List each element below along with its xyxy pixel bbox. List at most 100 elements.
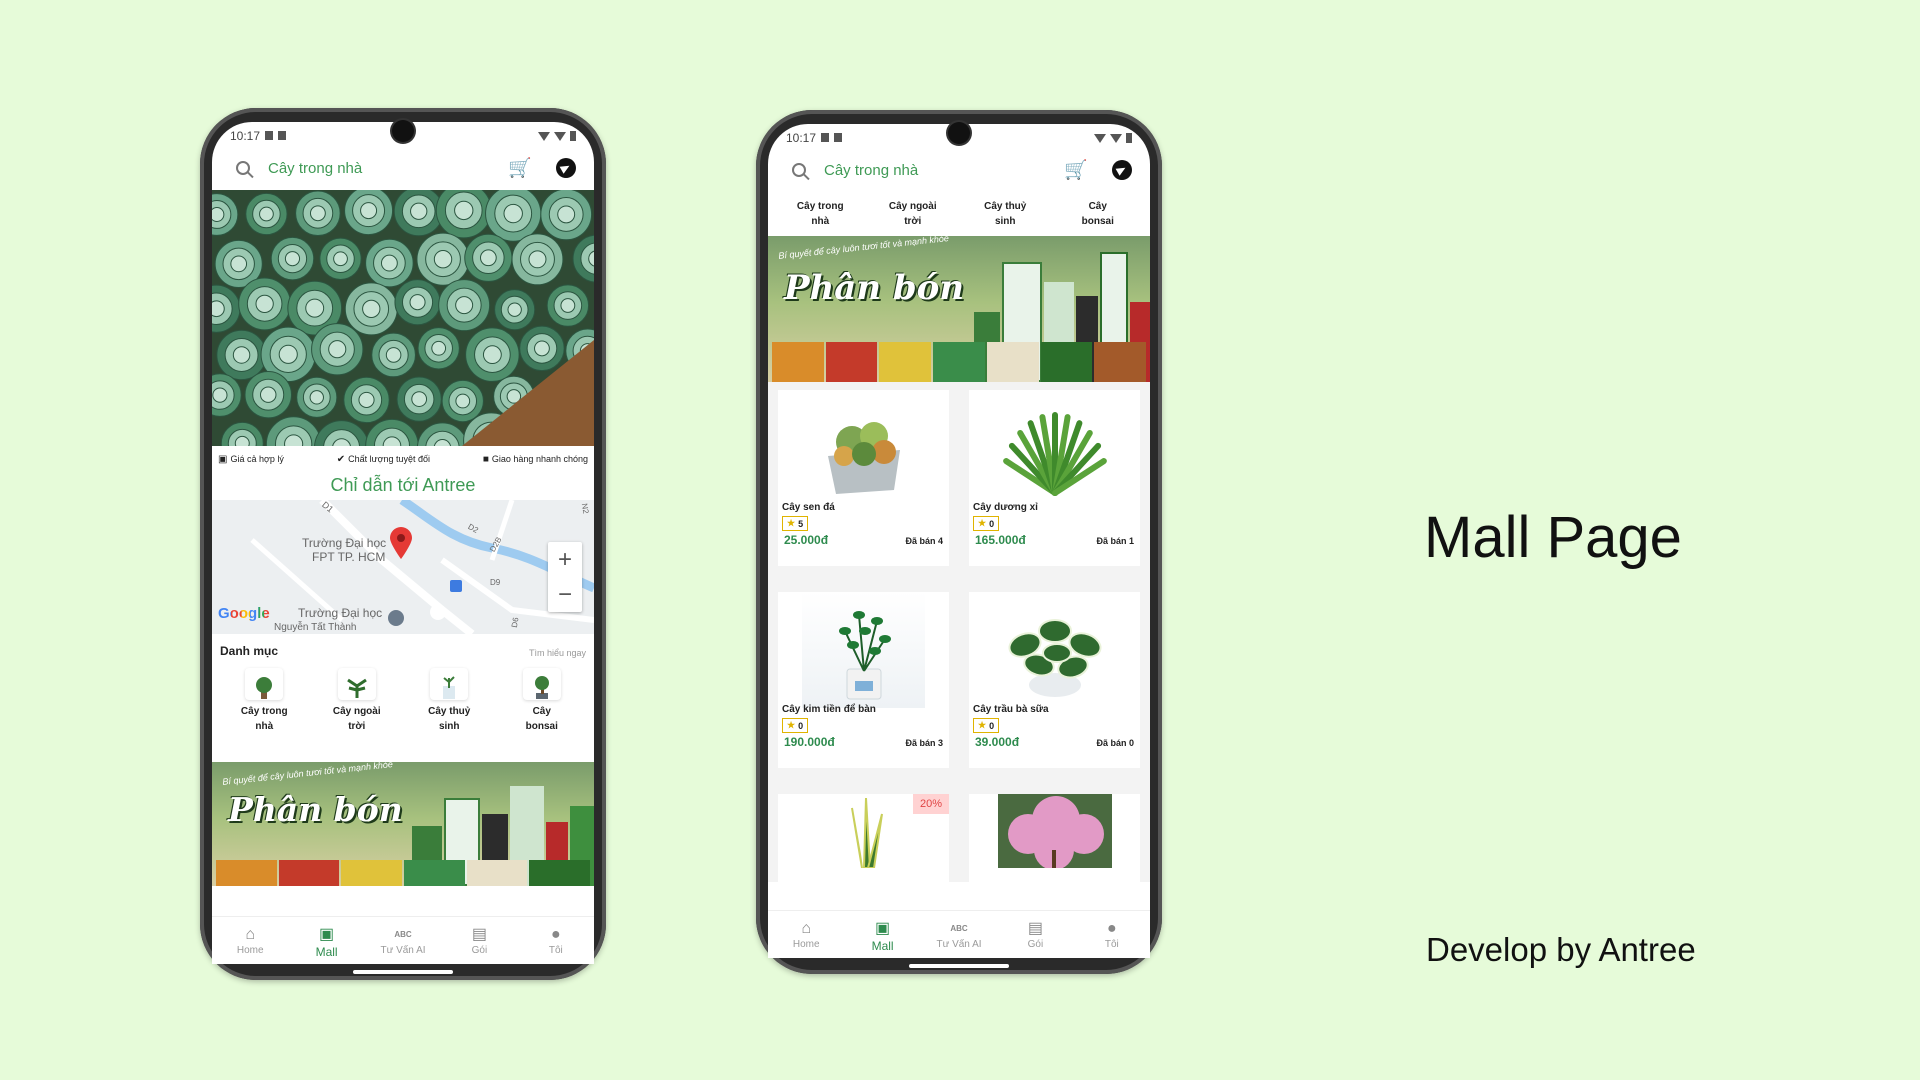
wifi-icon <box>538 131 550 141</box>
map-pin-icon[interactable] <box>388 526 414 560</box>
truck-icon: ■ <box>482 453 489 465</box>
tab-bonsai[interactable]: Cây bonsai <box>1066 199 1130 229</box>
abc-icon: ABC <box>950 924 968 933</box>
nav-ai[interactable]: ABC Tư Vấn AI <box>921 911 997 958</box>
succulent-rosette <box>309 205 326 222</box>
succulent-rosette <box>212 207 225 222</box>
map-zoom-controls: + − <box>548 542 582 612</box>
search-input[interactable]: Cây trong nhà <box>268 160 508 177</box>
categories-more-link[interactable]: Tìm hiểu ngay <box>529 648 586 658</box>
discount-badge: 20% <box>912 794 949 814</box>
gesture-bar[interactable] <box>909 964 1009 968</box>
guide-title: Chỉ dẫn tới Antree <box>330 475 476 495</box>
product-price: 190.000đ <box>784 735 835 749</box>
rating-badge: ★ 5 <box>782 516 809 531</box>
category-bonsai[interactable]: Cây bonsai <box>510 668 574 762</box>
bonsai-icon <box>522 668 561 700</box>
succulent-rosette <box>259 206 274 222</box>
tab-indoor[interactable]: Cây trong nhà <box>788 199 852 229</box>
nav-profile[interactable]: ● Tôi <box>1074 911 1150 958</box>
succulent-rosette <box>482 345 502 365</box>
succulent-rosette <box>234 435 250 446</box>
wifi-icon <box>1094 133 1106 143</box>
send-icon[interactable] <box>1112 160 1132 180</box>
product-price: 25.000đ <box>784 533 829 547</box>
product-card[interactable]: Cây sen đá ★ 5 25.000đ Đã bán 4 <box>778 390 949 566</box>
cart-icon[interactable]: 🛒 <box>508 159 532 178</box>
notification-icon <box>834 133 843 142</box>
phone-home: 10:17 Cây trong nhà 🛒 ▣ Giá cả hợp lý ✔ Ch… <box>200 108 606 980</box>
succulent-rosette <box>328 340 347 359</box>
search-input[interactable]: Cây trong nhà <box>824 162 1064 179</box>
categories-list: Cây trong nhà Cây ngoài trời Cây thuỷ sinh … <box>212 658 594 762</box>
succulent-rosette <box>333 251 348 267</box>
nav-mall[interactable]: ▣ Mall <box>288 917 364 964</box>
product-card[interactable]: Cây trầu bà sữa ★ 0 39.000đ Đã bán 0 <box>969 592 1140 768</box>
zoom-in-button[interactable]: + <box>548 542 582 577</box>
fertilizer-row-image <box>212 860 594 886</box>
product-image-zz-plant <box>802 592 925 708</box>
product-image-pothos <box>969 592 1140 708</box>
battery-icon <box>570 131 576 141</box>
tab-aquatic[interactable]: Cây thuỷ sinh <box>973 199 1037 229</box>
map-label-university: Trường Đại học <box>302 536 387 550</box>
star-icon: ★ <box>978 518 987 528</box>
succulent-rosette <box>410 202 428 220</box>
succulent-rosette <box>409 294 426 311</box>
categories-title: Danh mục <box>220 644 279 658</box>
sold-count: Đã bán 0 <box>1096 738 1134 748</box>
nav-packages[interactable]: ▤ Gói <box>441 917 517 964</box>
product-image-blossom <box>969 794 1140 868</box>
category-indoor[interactable]: Cây trong nhà <box>232 668 296 762</box>
search-bar[interactable]: Cây trong nhà 🛒 <box>212 146 594 190</box>
succulent-rosette <box>259 386 277 403</box>
bottom-nav: ⌂ Home ▣ Mall ABC Tư Vấn AI ▤ Gói ● Tôi <box>768 910 1150 958</box>
gesture-bar[interactable] <box>353 970 453 974</box>
tab-outdoor[interactable]: Cây ngoài trời <box>881 199 945 229</box>
succulent-rosette <box>455 296 474 315</box>
zoom-out-button[interactable]: − <box>548 577 582 612</box>
fertilizer-banner[interactable]: Bí quyết để cây luôn tươi tốt và mạnh kh… <box>212 762 594 886</box>
nav-profile[interactable]: ● Tôi <box>518 917 594 964</box>
sold-count: Đã bán 4 <box>905 536 943 546</box>
category-outdoor[interactable]: Cây ngoài trời <box>325 668 389 762</box>
product-card[interactable]: Cây dương xỉ ★ 0 165.000đ Đã bán 1 <box>969 390 1140 566</box>
category-aquatic[interactable]: Cây thuỷ sinh <box>417 668 481 762</box>
product-card[interactable]: Cây kim tiền để bàn ★ 0 190.000đ Đã bán 3 <box>778 592 949 768</box>
aquatic-plant-icon <box>430 668 469 700</box>
fertilizer-row-image <box>768 342 1150 382</box>
banner-tagline: Bí quyết để cây luôn tươi tốt và mạnh kh… <box>221 762 394 787</box>
indoor-plant-icon <box>245 668 284 700</box>
nav-packages[interactable]: ▤ Gói <box>997 911 1073 958</box>
cart-icon[interactable]: 🛒 <box>1064 161 1088 180</box>
abc-icon: ABC <box>394 930 412 939</box>
shopping-bag-icon: ▣ <box>319 926 335 943</box>
succulent-rosette <box>479 249 497 267</box>
signal-icon <box>1110 133 1122 143</box>
succulent-rosette <box>454 200 474 221</box>
succulent-rosette <box>278 344 298 364</box>
feature-price: ▣ Giá cả hợp lý <box>218 453 284 465</box>
map-view[interactable]: Trường Đại học FPT TP. HCM Trường Đại họ… <box>212 500 594 634</box>
rating-badge: ★ 0 <box>973 718 1000 733</box>
rating-badge: ★ 0 <box>973 516 1000 531</box>
sold-count: Đã bán 3 <box>905 738 943 748</box>
feature-delivery: ■ Giao hàng nhanh chóng <box>482 453 588 465</box>
map-label-ntt: Nguyễn Tất Thành <box>274 622 357 633</box>
fertilizer-banner[interactable]: Bí quyết để cây luôn tươi tốt và mạnh kh… <box>768 236 1150 382</box>
nav-home[interactable]: ⌂ Home <box>768 911 844 958</box>
star-icon: ★ <box>978 720 987 730</box>
succulent-rosette <box>411 391 428 407</box>
nav-mall[interactable]: ▣ Mall <box>844 911 920 958</box>
succulent-rosette <box>503 203 523 224</box>
nav-ai[interactable]: ABC Tư Vấn AI <box>365 917 441 964</box>
succulent-rosette <box>557 205 576 224</box>
hero-succulents-image <box>212 190 594 446</box>
send-icon[interactable] <box>556 158 576 178</box>
map-label-road-d6: D6 <box>509 616 521 629</box>
succulent-rosette <box>232 346 251 364</box>
search-bar[interactable]: Cây trong nhà 🛒 <box>768 148 1150 192</box>
bus-stop-icon <box>450 580 462 592</box>
nav-home[interactable]: ⌂ Home <box>212 917 288 964</box>
shopping-bag-icon: ▣ <box>875 920 891 937</box>
